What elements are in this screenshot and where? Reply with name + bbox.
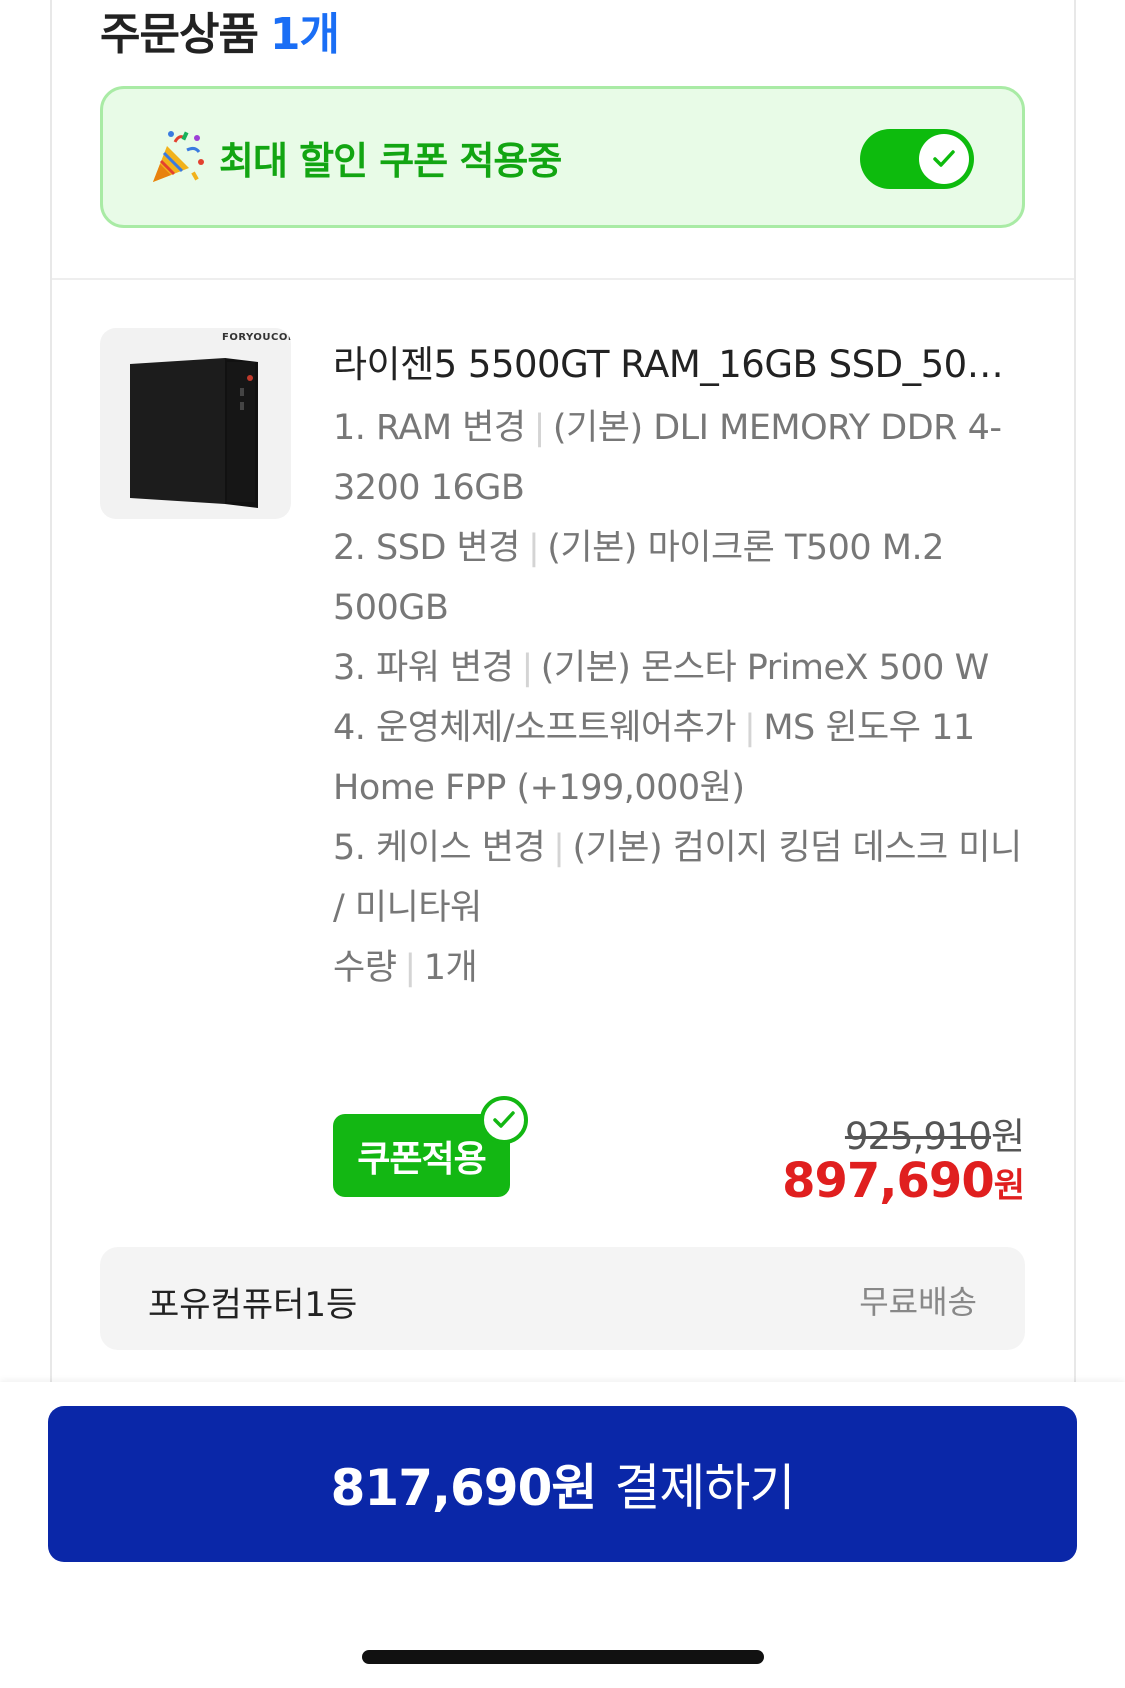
option-label: 5. 케이스 변경 <box>333 828 546 868</box>
shipping-info: 무료배송 <box>859 1283 977 1321</box>
sale-price: 897,690원 <box>782 1153 1025 1209</box>
pay-button[interactable]: 817,690원 결제하기 <box>48 1406 1077 1562</box>
option-item: 3. 파워 변경 | (기본) 몬스타 PrimeX 500 W <box>333 638 1033 698</box>
option-separator: | <box>404 948 416 988</box>
original-price-unit: 원 <box>990 1115 1025 1158</box>
option-separator: | <box>553 828 565 868</box>
quantity-item: 수량 | 1개 <box>333 938 1033 998</box>
coupon-banner-text: 최대 할인 쿠폰 적용중 <box>219 138 562 183</box>
product-options: 1. RAM 변경 | (기본) DLI MEMORY DDR 4-3200 16G… <box>333 398 1033 998</box>
pay-label: 결제하기 <box>614 1459 795 1517</box>
option-item: 5. 케이스 변경 | (기본) 컴이지 킹덤 데스크 미니 / 미니타워 <box>333 818 1033 938</box>
home-indicator[interactable] <box>362 1650 764 1664</box>
seller-name[interactable]: 포유컴퓨터1등 <box>148 1277 357 1326</box>
section-title-label: 주문상품 <box>100 9 259 60</box>
option-separator: | <box>533 408 546 448</box>
pc-case-image <box>130 358 258 508</box>
sale-price-unit: 원 <box>993 1166 1025 1206</box>
option-separator: | <box>527 528 540 568</box>
coupon-banner: 최대 할인 쿠폰 적용중 <box>100 86 1025 228</box>
option-label: 4. 운영체제/소프트웨어추가 <box>333 708 737 748</box>
product-title[interactable]: 라이젠5 5500GT RAM_16GB SSD_500… <box>333 334 1023 388</box>
checkout-bar: 817,690원 결제하기 <box>0 1382 1125 1688</box>
original-price: 925,910원 <box>844 1106 1025 1160</box>
order-page: 주문상품 1개 최대 할인 쿠폰 적용중 FORYOUCOM 라이젠5 5500… <box>0 0 1125 1688</box>
original-price-value: 925,910 <box>844 1115 992 1158</box>
option-separator: | <box>521 648 533 688</box>
sale-price-value: 897,690 <box>782 1153 995 1209</box>
option-label: 3. 파워 변경 <box>333 648 514 688</box>
check-icon <box>493 1111 515 1128</box>
product-thumbnail[interactable]: FORYOUCOM <box>100 328 291 519</box>
divider <box>52 278 1074 280</box>
option-item: 4. 운영체제/소프트웨어추가 | MS 윈도우 11 Home FPP (+199… <box>333 698 1033 818</box>
item-count: 1개 <box>269 9 340 60</box>
option-item: 1. RAM 변경 | (기본) DLI MEMORY DDR 4-3200 16G… <box>333 398 1033 518</box>
coupon-applied-check-icon <box>480 1096 528 1144</box>
check-icon <box>933 150 955 167</box>
option-item: 2. SSD 변경 | (기본) 마이크론 T500 M.2 500GB <box>333 518 1033 638</box>
thumbnail-brand: FORYOUCOM <box>222 332 291 343</box>
option-separator: | <box>744 708 756 748</box>
section-title: 주문상품 1개 <box>100 0 340 62</box>
coupon-toggle[interactable] <box>860 129 974 189</box>
option-value: 1개 <box>423 948 478 988</box>
option-label: 2. SSD 변경 <box>333 528 520 568</box>
toggle-knob <box>919 134 969 184</box>
option-label: 1. RAM 변경 <box>333 408 526 448</box>
party-popper-icon <box>153 131 204 182</box>
seller-box: 포유컴퓨터1등 무료배송 <box>100 1247 1025 1350</box>
option-label: 수량 <box>333 948 397 988</box>
option-value: (기본) 몬스타 PrimeX 500 W <box>540 648 989 688</box>
pay-amount: 817,690원 <box>330 1459 598 1517</box>
